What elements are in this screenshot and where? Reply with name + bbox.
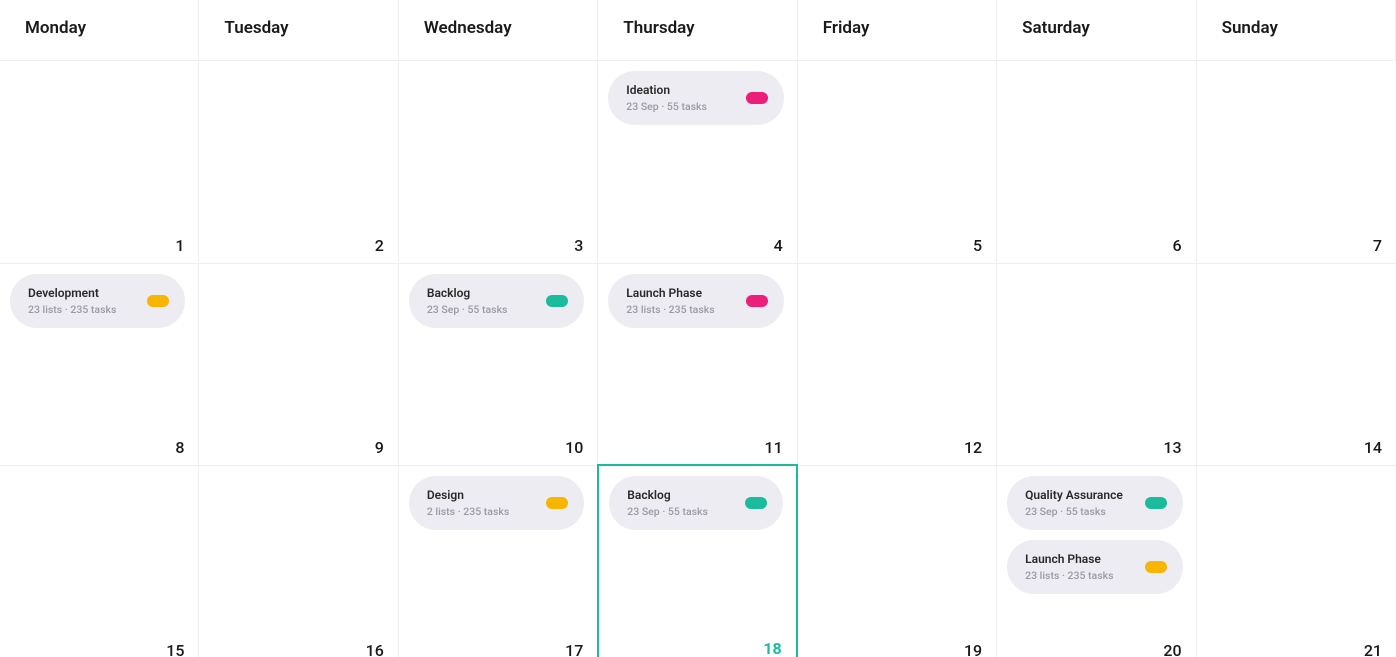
day-cell-20[interactable]: Quality Assurance 23 Sep · 55 tasks Launch…	[997, 465, 1196, 657]
status-dot-green-icon	[1145, 497, 1167, 509]
day-number: 3	[574, 236, 583, 255]
task-card-launch-phase[interactable]: Launch Phase 23 lists · 235 tasks	[608, 274, 783, 328]
day-cell-9[interactable]: 9	[199, 263, 398, 466]
task-text: Launch Phase 23 lists · 235 tasks	[626, 286, 714, 316]
day-number: 19	[964, 641, 982, 657]
weekday-header-sunday: Sunday	[1197, 0, 1396, 60]
status-dot-yellow-icon	[147, 295, 169, 307]
task-title: Design	[427, 488, 509, 502]
task-meta: 23 Sep · 55 tasks	[1025, 505, 1123, 518]
task-text: Backlog 23 Sep · 55 tasks	[427, 286, 508, 316]
task-title: Quality Assurance	[1025, 488, 1123, 502]
task-card-backlog[interactable]: Backlog 23 Sep · 55 tasks	[409, 274, 584, 328]
task-card-launch-phase[interactable]: Launch Phase 23 lists · 235 tasks	[1007, 540, 1182, 594]
day-number: 20	[1163, 641, 1181, 657]
day-number: 10	[565, 438, 583, 457]
day-cell-7[interactable]: 7	[1197, 60, 1396, 263]
task-meta: 23 Sep · 55 tasks	[627, 505, 708, 518]
task-meta: 2 lists · 235 tasks	[427, 505, 509, 518]
weekday-header-saturday: Saturday	[997, 0, 1196, 60]
task-text: Quality Assurance 23 Sep · 55 tasks	[1025, 488, 1123, 518]
weekday-header-monday: Monday	[0, 0, 199, 60]
day-cell-13[interactable]: 13	[997, 263, 1196, 466]
day-number: 14	[1364, 438, 1382, 457]
day-number: 8	[175, 438, 184, 457]
calendar-grid: MondayTuesdayWednesdayThursdayFridaySatu…	[0, 0, 1396, 657]
day-number: 18	[763, 639, 781, 657]
weekday-header-tuesday: Tuesday	[199, 0, 398, 60]
status-dot-pink-icon	[746, 295, 768, 307]
status-dot-green-icon	[546, 295, 568, 307]
status-dot-yellow-icon	[1145, 561, 1167, 573]
task-title: Launch Phase	[626, 286, 714, 300]
day-number: 12	[964, 438, 982, 457]
task-title: Backlog	[627, 488, 708, 502]
day-cell-10[interactable]: Backlog 23 Sep · 55 tasks 10	[399, 263, 598, 466]
day-cell-1[interactable]: 1	[0, 60, 199, 263]
day-cell-12[interactable]: 12	[798, 263, 997, 466]
task-card-development[interactable]: Development 23 lists · 235 tasks	[10, 274, 185, 328]
task-card-design[interactable]: Design 2 lists · 235 tasks	[409, 476, 584, 530]
task-title: Ideation	[626, 83, 707, 97]
day-cell-15[interactable]: 15	[0, 465, 199, 657]
day-number: 16	[366, 641, 384, 657]
day-cell-8[interactable]: Development 23 lists · 235 tasks 8	[0, 263, 199, 466]
day-cell-3[interactable]: 3	[399, 60, 598, 263]
day-number: 9	[375, 438, 384, 457]
day-number: 7	[1373, 236, 1382, 255]
weekday-header-thursday: Thursday	[598, 0, 797, 60]
task-text: Ideation 23 Sep · 55 tasks	[626, 83, 707, 113]
status-dot-green-icon	[745, 497, 767, 509]
task-meta: 23 lists · 235 tasks	[28, 303, 116, 316]
day-number: 17	[565, 641, 583, 657]
day-cell-6[interactable]: 6	[997, 60, 1196, 263]
day-number: 5	[973, 236, 982, 255]
day-cell-11[interactable]: Launch Phase 23 lists · 235 tasks 11	[598, 263, 797, 466]
day-cell-2[interactable]: 2	[199, 60, 398, 263]
day-number: 1	[175, 236, 184, 255]
task-meta: 23 Sep · 55 tasks	[427, 303, 508, 316]
day-cell-16[interactable]: 16	[199, 465, 398, 657]
weekday-header-wednesday: Wednesday	[399, 0, 598, 60]
day-cell-19[interactable]: 19	[798, 465, 997, 657]
day-number: 21	[1364, 641, 1382, 657]
day-cell-5[interactable]: 5	[798, 60, 997, 263]
status-dot-yellow-icon	[546, 497, 568, 509]
day-number: 13	[1163, 438, 1181, 457]
weekday-header-friday: Friday	[798, 0, 997, 60]
task-meta: 23 Sep · 55 tasks	[626, 100, 707, 113]
task-title: Backlog	[427, 286, 508, 300]
day-number: 15	[166, 641, 184, 657]
task-text: Design 2 lists · 235 tasks	[427, 488, 509, 518]
task-title: Launch Phase	[1025, 552, 1113, 566]
task-card-quality-assurance[interactable]: Quality Assurance 23 Sep · 55 tasks	[1007, 476, 1182, 530]
day-number: 2	[375, 236, 384, 255]
day-cell-18[interactable]: Backlog 23 Sep · 55 tasks 18	[597, 464, 797, 657]
task-meta: 23 lists · 235 tasks	[1025, 569, 1113, 582]
task-text: Backlog 23 Sep · 55 tasks	[627, 488, 708, 518]
task-meta: 23 lists · 235 tasks	[626, 303, 714, 316]
day-cell-14[interactable]: 14	[1197, 263, 1396, 466]
day-cell-4[interactable]: Ideation 23 Sep · 55 tasks 4	[598, 60, 797, 263]
task-card-backlog[interactable]: Backlog 23 Sep · 55 tasks	[609, 476, 782, 530]
day-cell-17[interactable]: Design 2 lists · 235 tasks 17	[399, 465, 598, 657]
day-number: 11	[765, 438, 783, 457]
status-dot-pink-icon	[746, 92, 768, 104]
day-number: 4	[774, 236, 783, 255]
day-number: 6	[1172, 236, 1181, 255]
day-cell-21[interactable]: 21	[1197, 465, 1396, 657]
task-text: Launch Phase 23 lists · 235 tasks	[1025, 552, 1113, 582]
task-title: Development	[28, 286, 116, 300]
task-card-ideation[interactable]: Ideation 23 Sep · 55 tasks	[608, 71, 783, 125]
task-text: Development 23 lists · 235 tasks	[28, 286, 116, 316]
